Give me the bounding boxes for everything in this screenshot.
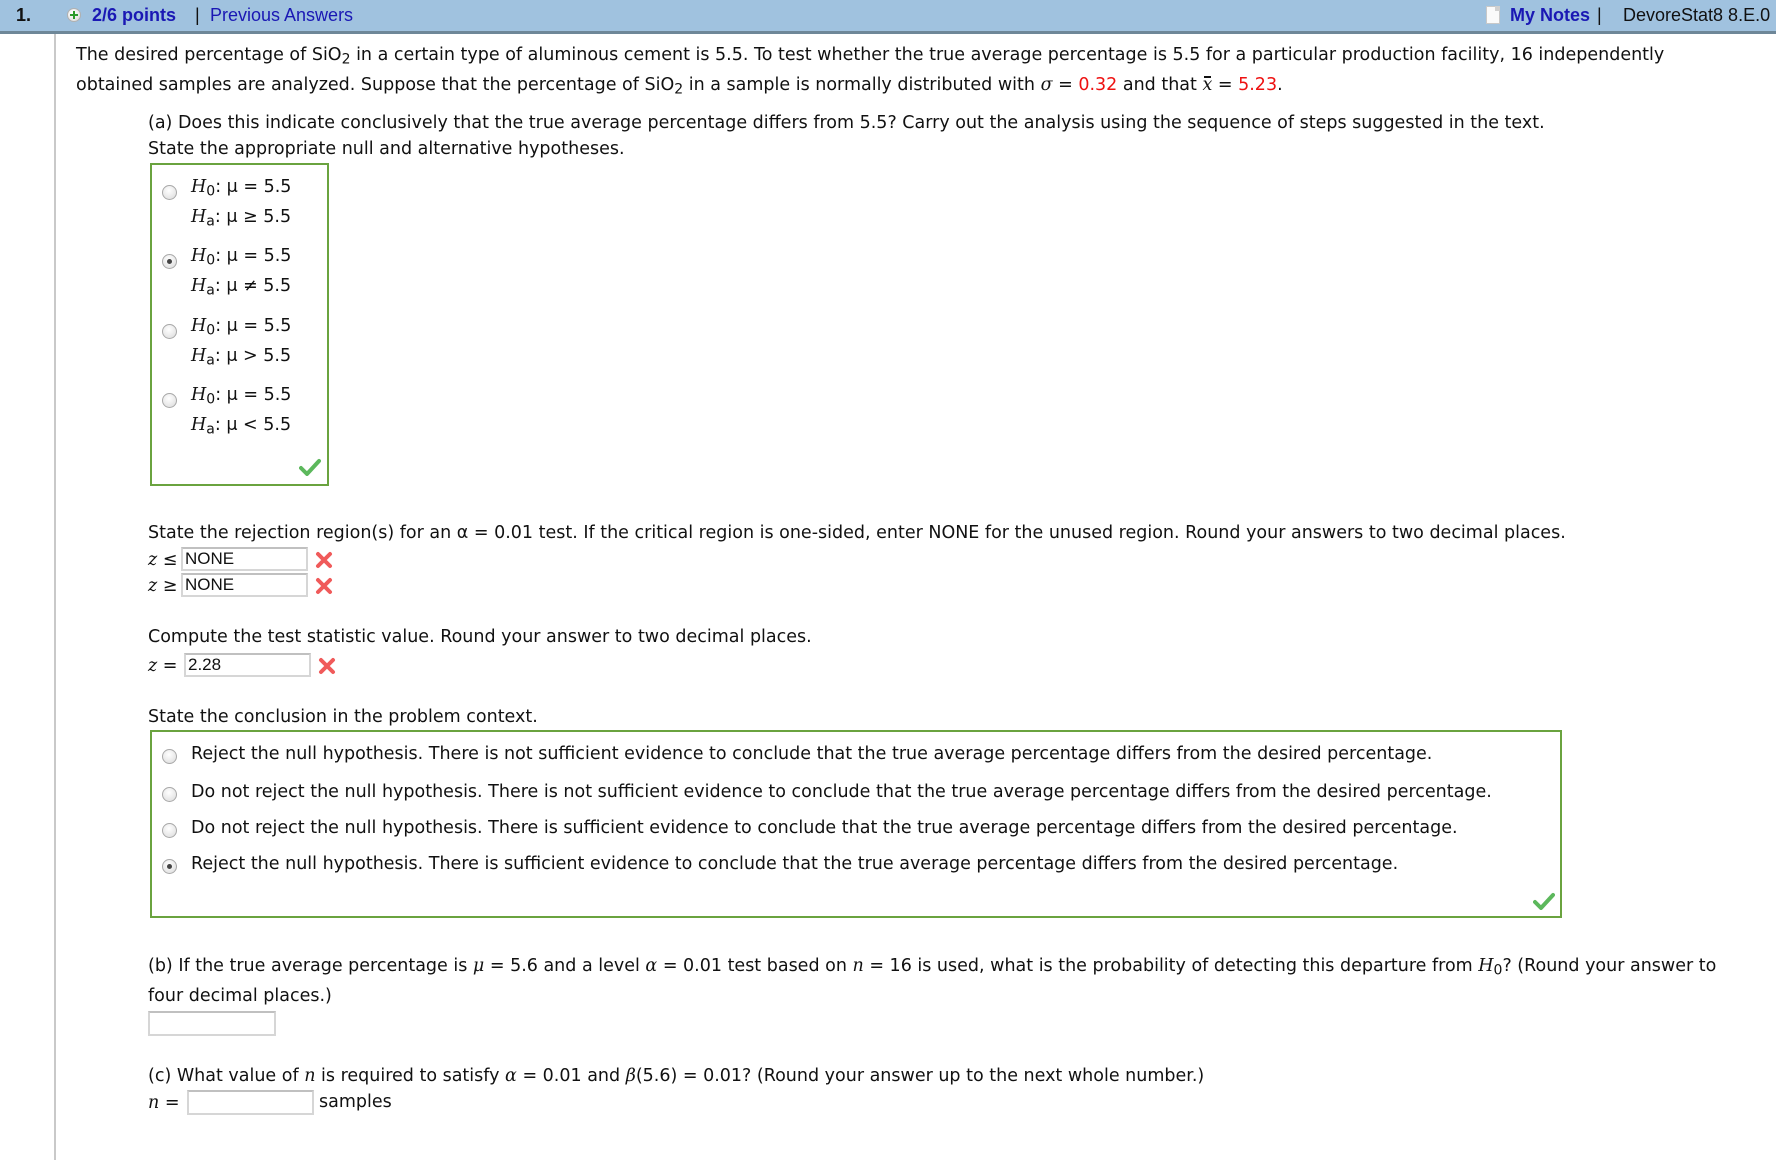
rejection-upper-input[interactable]: NONE — [181, 573, 308, 597]
question-number: 1. — [16, 5, 32, 25]
header-separator: | — [195, 5, 200, 25]
expand-plus-icon[interactable] — [67, 8, 81, 22]
samples-unit: samples — [319, 1092, 392, 1112]
alternative-hypothesis-text: Ha: μ ≠ 5.5 — [191, 276, 292, 299]
part-b-question: (b) If the true average percentage is μ … — [148, 956, 1717, 979]
conclusion-option-text: Reject the null hypothesis. There is not… — [191, 744, 1433, 764]
hypothesis-radio-1[interactable] — [162, 185, 177, 200]
sample-size-label: n = — [148, 1093, 180, 1113]
incorrect-x-icon — [316, 578, 332, 594]
part-c-question: (c) What value of n is required to satis… — [148, 1066, 1205, 1086]
hypothesis-radio-3[interactable] — [162, 324, 177, 339]
null-hypothesis-text: H0: μ = 5.5 — [191, 316, 292, 339]
left-divider — [54, 34, 56, 1160]
alternative-hypothesis-text: Ha: μ > 5.5 — [191, 346, 292, 369]
statistic-label: z = — [148, 656, 178, 676]
header-separator: | — [1597, 5, 1602, 25]
conclusion-choice-box: Reject the null hypothesis. There is not… — [150, 730, 1562, 918]
conclusion-option-text: Do not reject the null hypothesis. There… — [191, 782, 1492, 802]
conclusion-radio-3[interactable] — [162, 823, 177, 838]
points-link[interactable]: 2/6 points — [92, 5, 176, 26]
null-hypothesis-text: H0: μ = 5.5 — [191, 246, 292, 269]
question-header: 1. 2/6 points | Previous Answers My Note… — [0, 0, 1776, 34]
conclusion-radio-4[interactable] — [162, 859, 177, 874]
intro-line-2: obtained samples are analyzed. Suppose t… — [76, 75, 1283, 98]
alternative-hypothesis-text: Ha: μ ≥ 5.5 — [191, 207, 292, 230]
incorrect-x-icon — [316, 552, 332, 568]
rejection-lower-label: z ≤ — [148, 550, 178, 570]
correct-check-icon — [299, 459, 321, 476]
part-a-question: (a) Does this indicate conclusively that… — [148, 113, 1545, 133]
alternative-hypothesis-text: Ha: μ < 5.5 — [191, 415, 292, 438]
conclusion-radio-2[interactable] — [162, 787, 177, 802]
conclusion-prompt: State the conclusion in the problem cont… — [148, 707, 538, 727]
test-statistic-input[interactable]: 2.28 — [184, 653, 311, 677]
rejection-prompt: State the rejection region(s) for an α =… — [148, 523, 1566, 543]
conclusion-radio-1[interactable] — [162, 749, 177, 764]
conclusion-option-text: Reject the null hypothesis. There is suf… — [191, 854, 1399, 874]
statistic-prompt: Compute the test statistic value. Round … — [148, 627, 812, 647]
hypothesis-radio-2[interactable] — [162, 254, 177, 269]
hypothesis-radio-4[interactable] — [162, 393, 177, 408]
rejection-lower-input[interactable]: NONE — [181, 547, 308, 571]
my-notes-link[interactable]: My Notes — [1510, 5, 1590, 26]
sigma-value: 0.32 — [1078, 75, 1118, 95]
hypotheses-choice-box: H0: μ = 5.5 Ha: μ ≥ 5.5 H0: μ = 5.5 Ha: μ ≠… — [150, 163, 329, 486]
part-b-question-cont: four decimal places.) — [148, 986, 332, 1006]
incorrect-x-icon — [319, 658, 335, 674]
null-hypothesis-text: H0: μ = 5.5 — [191, 385, 292, 408]
previous-answers-link[interactable]: Previous Answers — [210, 5, 353, 26]
conclusion-option-text: Do not reject the null hypothesis. There… — [191, 818, 1458, 838]
problem-id: DevoreStat8 8.E.0 — [1623, 5, 1771, 25]
hypotheses-prompt: State the appropriate null and alternati… — [148, 139, 625, 159]
note-document-icon[interactable] — [1486, 6, 1500, 24]
sample-size-input[interactable] — [187, 1090, 314, 1115]
null-hypothesis-text: H0: μ = 5.5 — [191, 177, 292, 200]
xbar-value: 5.23 — [1238, 75, 1278, 95]
power-probability-input[interactable] — [148, 1011, 276, 1036]
correct-check-icon — [1533, 893, 1555, 910]
intro-line-1: The desired percentage of SiO2 in a cert… — [76, 45, 1665, 68]
rejection-upper-label: z ≥ — [148, 576, 178, 596]
